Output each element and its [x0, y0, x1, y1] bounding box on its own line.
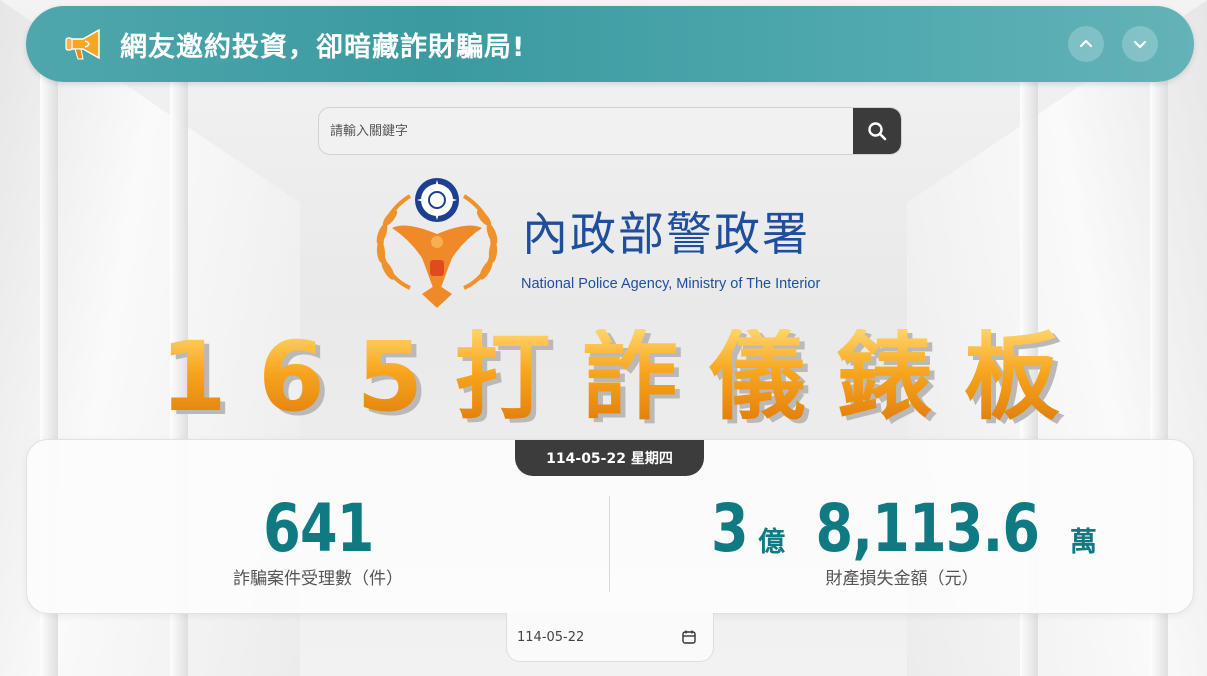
loss-unit-yi: 億 — [758, 527, 786, 558]
banner-char: 錶 — [836, 321, 933, 433]
megaphone-icon — [62, 25, 106, 63]
announcement-bar[interactable]: 網友邀約投資，卻暗藏詐財騙局! — [26, 6, 1194, 82]
search-bar — [318, 107, 902, 155]
banner-char: 5 — [356, 321, 424, 433]
loss-amount-part2: 8,113.6 — [815, 490, 1040, 567]
loss-unit-wan: 萬 — [1069, 527, 1097, 558]
banner-char: 6 — [258, 321, 325, 433]
dashboard-banner-title: 1 6 5 打 詐 儀 錶 板 — [160, 322, 1060, 432]
stat-cases: 641 詐騙案件受理數（件） — [26, 490, 610, 589]
banner-char: 1 — [160, 321, 227, 433]
search-button[interactable] — [853, 108, 901, 154]
agency-logo[interactable]: 內政部警政署 National Police Agency, Ministry … — [360, 176, 880, 316]
loss-amount-part1: 3 — [711, 490, 749, 567]
date-picker-value[interactable]: 114-05-22 — [517, 630, 584, 645]
chevron-down-icon[interactable] — [1122, 26, 1158, 62]
current-date-label: 114-05-22 星期四 — [515, 440, 704, 476]
chevron-up-icon[interactable] — [1068, 26, 1104, 62]
announcement-title[interactable]: 網友邀約投資，卻暗藏詐財騙局! — [120, 25, 525, 64]
banner-char: 詐 — [581, 321, 678, 433]
search-input[interactable] — [319, 108, 853, 154]
banner-char: 儀 — [709, 321, 806, 433]
banner-char: 板 — [963, 321, 1060, 433]
announcement-nav — [1068, 26, 1158, 62]
agency-name-en: National Police Agency, Ministry of The … — [521, 276, 821, 292]
banner-char: 打 — [454, 321, 551, 433]
agency-name-zh: 內政部警政署 — [522, 207, 810, 261]
search-icon — [868, 122, 887, 141]
cases-count: 641 — [262, 490, 374, 567]
police-eagle-emblem-icon — [376, 178, 498, 308]
stat-loss: 3 億 8,113.6 萬 財產損失金額（元） — [610, 490, 1194, 589]
date-picker[interactable]: 114-05-22 — [506, 613, 714, 662]
calendar-icon[interactable] — [681, 629, 697, 645]
